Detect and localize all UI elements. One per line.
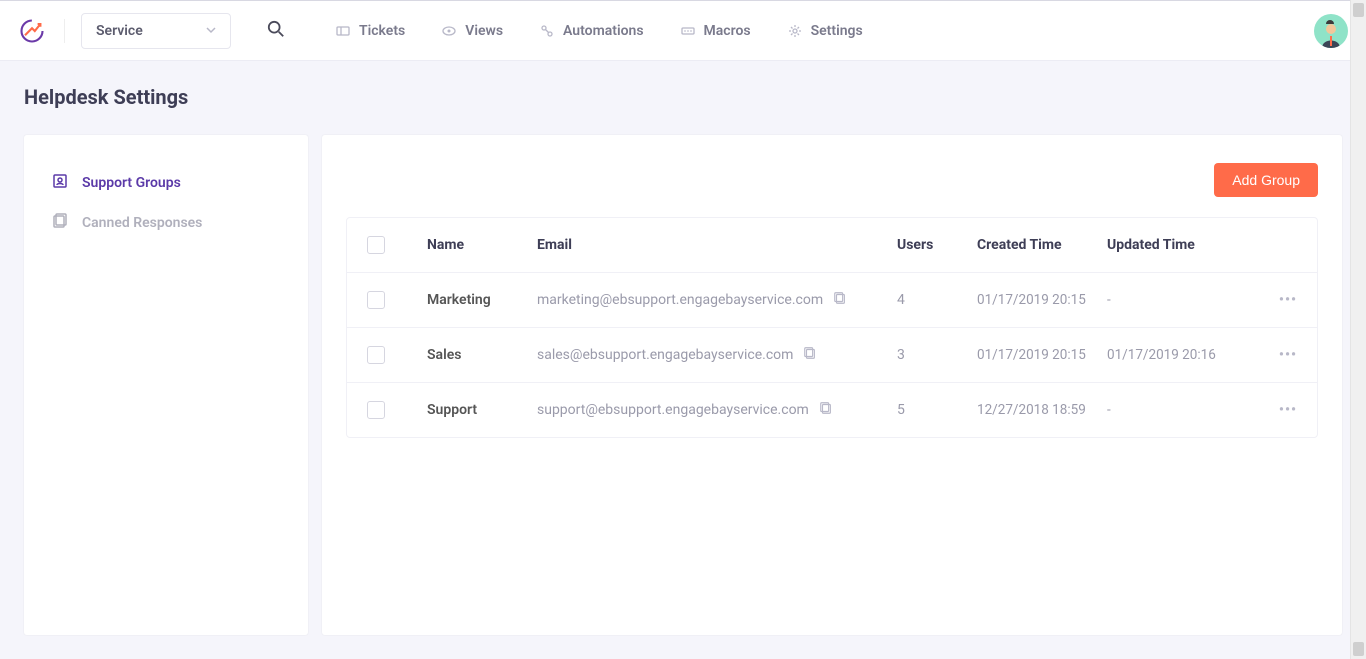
group-email: sales@ebsupport.engagebayservice.com: [537, 347, 793, 363]
select-all-checkbox[interactable]: [367, 236, 385, 254]
row-actions-menu[interactable]: •••: [1237, 402, 1297, 418]
group-email-cell: support@ebsupport.engagebayservice.com: [537, 401, 897, 419]
content-row: Support Groups Canned Responses Add Grou…: [24, 135, 1342, 635]
group-created: 12/27/2018 18:59: [977, 402, 1107, 418]
group-name: Sales: [427, 347, 537, 363]
table-row: Marketing marketing@ebsupport.engagebays…: [347, 273, 1317, 328]
group-name: Marketing: [427, 292, 537, 308]
col-updated: Updated Time: [1107, 237, 1237, 253]
copy-icon[interactable]: [833, 291, 847, 309]
nav-label: Views: [465, 23, 503, 39]
top-nav: Tickets Views Automations Macros Setting…: [335, 23, 863, 39]
group-name: Support: [427, 402, 537, 418]
macros-icon: [680, 23, 696, 39]
nav-item-macros[interactable]: Macros: [680, 23, 751, 39]
row-checkbox[interactable]: [367, 401, 385, 419]
nav-label: Automations: [563, 23, 644, 39]
top-bar: Service Tickets Views Automations: [0, 0, 1366, 61]
table-row: Sales sales@ebsupport.engagebayservice.c…: [347, 328, 1317, 383]
row-checkbox[interactable]: [367, 346, 385, 364]
sidebar-item-label: Support Groups: [82, 175, 181, 191]
panel-head: Add Group: [346, 163, 1318, 197]
add-group-button[interactable]: Add Group: [1214, 163, 1318, 197]
row-actions-menu[interactable]: •••: [1237, 292, 1297, 308]
nav-label: Settings: [811, 23, 863, 39]
table-row: Support support@ebsupport.engagebayservi…: [347, 383, 1317, 437]
nav-label: Tickets: [359, 23, 405, 39]
separator: [64, 19, 65, 43]
scrollbar[interactable]: [1350, 0, 1366, 659]
table-header: Name Email Users Created Time Updated Ti…: [347, 218, 1317, 273]
page-content: Helpdesk Settings Support Groups Canned …: [0, 61, 1366, 635]
chevron-down-icon: [206, 24, 216, 38]
nav-item-automations[interactable]: Automations: [539, 23, 644, 39]
nav-item-settings[interactable]: Settings: [787, 23, 863, 39]
group-icon: [52, 173, 68, 193]
tickets-icon: [335, 23, 351, 39]
sidebar-item-support-groups[interactable]: Support Groups: [24, 163, 308, 203]
canned-icon: [52, 213, 68, 233]
group-updated: -: [1107, 402, 1237, 418]
group-email-cell: sales@ebsupport.engagebayservice.com: [537, 346, 897, 364]
settings-icon: [787, 23, 803, 39]
group-users: 4: [897, 292, 977, 308]
automations-icon: [539, 23, 555, 39]
user-avatar[interactable]: [1314, 14, 1348, 48]
col-created: Created Time: [977, 237, 1107, 253]
page-title: Helpdesk Settings: [24, 85, 1342, 109]
module-select-label: Service: [96, 23, 143, 39]
views-icon: [441, 23, 457, 39]
groups-table: Name Email Users Created Time Updated Ti…: [346, 217, 1318, 438]
group-created: 01/17/2019 20:15: [977, 292, 1107, 308]
group-email-cell: marketing@ebsupport.engagebayservice.com: [537, 291, 897, 309]
module-select[interactable]: Service: [81, 13, 231, 49]
nav-item-views[interactable]: Views: [441, 23, 503, 39]
main-panel: Add Group Name Email Users Created Time …: [322, 135, 1342, 635]
group-updated: 01/17/2019 20:16: [1107, 347, 1237, 363]
group-email: support@ebsupport.engagebayservice.com: [537, 402, 809, 418]
col-email: Email: [537, 237, 897, 253]
group-users: 3: [897, 347, 977, 363]
nav-item-tickets[interactable]: Tickets: [335, 23, 405, 39]
group-updated: -: [1107, 292, 1237, 308]
sidebar-item-label: Canned Responses: [82, 215, 202, 231]
col-users: Users: [897, 237, 977, 253]
group-email: marketing@ebsupport.engagebayservice.com: [537, 292, 823, 308]
settings-sidebar: Support Groups Canned Responses: [24, 135, 308, 635]
col-name: Name: [427, 237, 537, 253]
nav-label: Macros: [704, 23, 751, 39]
brand-logo-icon: [18, 17, 46, 45]
group-created: 01/17/2019 20:15: [977, 347, 1107, 363]
copy-icon[interactable]: [803, 346, 817, 364]
row-actions-menu[interactable]: •••: [1237, 347, 1297, 363]
search-icon[interactable]: [267, 20, 285, 42]
row-checkbox[interactable]: [367, 291, 385, 309]
sidebar-item-canned-responses[interactable]: Canned Responses: [24, 203, 308, 243]
copy-icon[interactable]: [819, 401, 833, 419]
group-users: 5: [897, 402, 977, 418]
